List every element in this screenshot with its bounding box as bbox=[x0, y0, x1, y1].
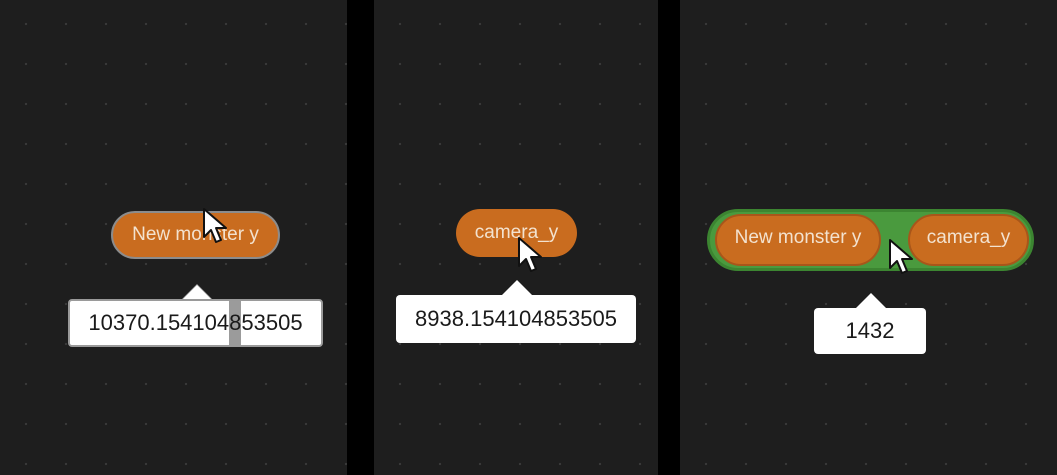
scripts-canvas-panel-2[interactable]: camera_y 8938.154104853505 bbox=[374, 0, 658, 475]
text-selection-caret: 8 bbox=[229, 301, 242, 345]
result-value: 1432 bbox=[845, 318, 895, 343]
variable-reporter-new-monster-y[interactable]: New monster y bbox=[111, 211, 280, 259]
result-bubble: 10370.154104853505 bbox=[68, 299, 323, 347]
mouse-pointer-icon bbox=[203, 208, 227, 243]
reporter-label: New monster y bbox=[132, 224, 259, 245]
result-bubble: 8938.154104853505 bbox=[396, 295, 636, 343]
result-value-end: 53505 bbox=[241, 310, 303, 335]
scripts-canvas-panel-1[interactable]: New monster y 10370.154104853505 bbox=[0, 0, 347, 475]
variable-reporter-camera-y[interactable]: camera_y bbox=[908, 214, 1029, 266]
reporter-label: camera_y bbox=[926, 227, 1011, 248]
mouse-pointer-icon bbox=[889, 239, 913, 274]
result-bubble: 1432 bbox=[814, 308, 926, 354]
mouse-pointer-icon bbox=[518, 237, 542, 272]
result-bubble-pointer bbox=[182, 285, 212, 300]
result-bubble-pointer bbox=[856, 293, 886, 308]
result-bubble-pointer bbox=[502, 280, 532, 295]
reporter-label: New monster y bbox=[734, 227, 862, 248]
variable-reporter-new-monster-y[interactable]: New monster y bbox=[715, 214, 881, 266]
scripts-canvas-panel-3[interactable]: New monster y camera_y 1432 bbox=[680, 0, 1057, 475]
result-value-start: 10370.154104 bbox=[88, 310, 230, 335]
result-value: 8938.154104853505 bbox=[415, 306, 617, 331]
